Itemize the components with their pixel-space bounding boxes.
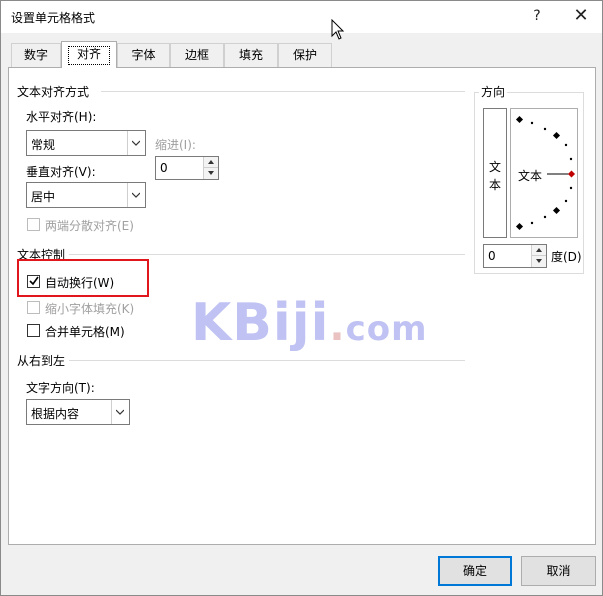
text-direction-select[interactable]: 根据内容: [26, 399, 130, 425]
indent-spin-buttons: [203, 157, 218, 179]
arrow-down-icon: [208, 171, 214, 175]
arrow-up-icon: [536, 248, 542, 252]
spin-down-button[interactable]: [204, 168, 218, 179]
vertical-align-select[interactable]: 居中: [26, 182, 146, 208]
chevron-down-icon: [116, 409, 124, 415]
cancel-button[interactable]: 取消: [521, 556, 596, 586]
vertical-text-button[interactable]: 文 本: [483, 108, 507, 238]
rtl-section-title: 从右到左: [17, 354, 66, 368]
ok-button[interactable]: 确定: [438, 556, 512, 586]
degree-value: 0: [488, 249, 496, 263]
close-button[interactable]: ✕: [567, 5, 595, 27]
degree-spinner[interactable]: 0: [483, 244, 547, 268]
indent-spinner[interactable]: 0: [155, 156, 219, 180]
dropdown-button[interactable]: [127, 183, 145, 207]
dropdown-button[interactable]: [111, 400, 129, 424]
title-bar: 设置单元格格式 ? ✕: [1, 1, 602, 40]
shrink-to-fit-checkbox[interactable]: [27, 301, 40, 314]
horizontal-align-value: 常规: [31, 138, 56, 152]
orientation-dial[interactable]: 文本: [510, 108, 578, 238]
merge-cells-label: 合并单元格(M): [45, 325, 125, 339]
red-highlight-box: [17, 259, 149, 297]
chevron-down-icon: [132, 192, 140, 198]
tab-border[interactable]: 边框: [170, 43, 224, 67]
merge-cells-checkbox[interactable]: [27, 324, 40, 337]
degree-label: 度(D): [551, 250, 582, 264]
spin-up-button[interactable]: [204, 157, 218, 168]
degree-spin-buttons: [531, 245, 546, 267]
format-cells-dialog: 设置单元格格式 ? ✕ 数字 对齐 字体 边框 填充 保护 文本对齐方式 水平对…: [0, 0, 603, 596]
text-alignment-section-title: 文本对齐方式: [17, 85, 90, 99]
vertical-text-char: 文: [488, 160, 501, 174]
chevron-down-icon: [132, 140, 140, 146]
dial-text: 文本: [518, 169, 543, 183]
shrink-to-fit-label: 缩小字体填充(K): [45, 302, 135, 316]
help-button[interactable]: ?: [523, 5, 551, 27]
orientation-section-title: 方向: [479, 83, 508, 100]
vertical-align-value: 居中: [31, 190, 56, 204]
text-direction-value: 根据内容: [31, 407, 80, 421]
vertical-align-label: 垂直对齐(V):: [26, 165, 96, 179]
spin-up-button[interactable]: [532, 245, 546, 256]
text-direction-label: 文字方向(T):: [26, 381, 95, 395]
tab-number[interactable]: 数字: [11, 43, 61, 67]
indent-value: 0: [160, 161, 168, 175]
section-divider: [101, 91, 465, 92]
watermark: KBiji.com: [191, 293, 428, 353]
justify-distributed-checkbox[interactable]: [27, 218, 40, 231]
tab-alignment[interactable]: 对齐: [61, 41, 117, 68]
arrow-down-icon: [536, 259, 542, 263]
watermark-dot: .: [329, 304, 346, 350]
watermark-com: com: [345, 309, 428, 349]
justify-distributed-label: 两端分散对齐(E): [45, 219, 134, 233]
indent-label: 缩进(I):: [155, 138, 196, 152]
horizontal-align-select[interactable]: 常规: [26, 130, 146, 156]
dialog-title: 设置单元格格式: [11, 11, 96, 25]
section-divider: [69, 254, 465, 255]
tab-font[interactable]: 字体: [117, 43, 170, 67]
tab-fill[interactable]: 填充: [224, 43, 278, 67]
spin-down-button[interactable]: [532, 256, 546, 267]
watermark-main: KBiji: [191, 293, 330, 353]
dropdown-button[interactable]: [127, 131, 145, 155]
tab-protection[interactable]: 保护: [278, 43, 332, 67]
arrow-up-icon: [208, 160, 214, 164]
section-divider: [69, 360, 465, 361]
vertical-text-char: 本: [488, 178, 501, 192]
horizontal-align-label: 水平对齐(H):: [26, 110, 97, 124]
mouse-cursor-icon: [331, 19, 345, 40]
